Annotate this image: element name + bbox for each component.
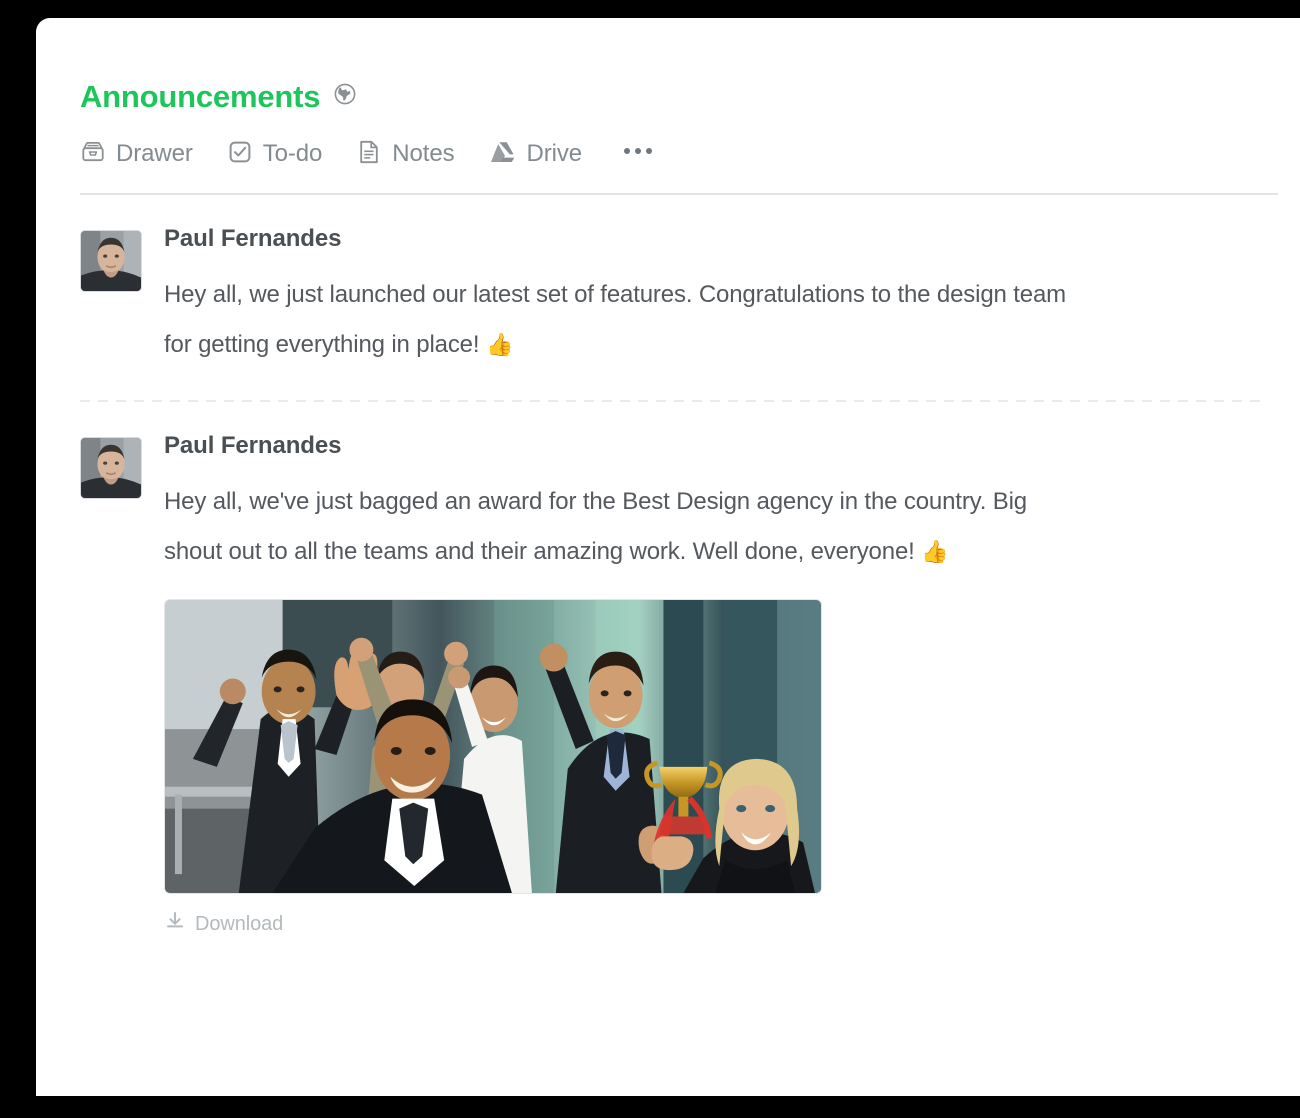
header: Announcements Drawer To-do Notes Drive [36,18,1300,173]
toolbar-item-drawer[interactable]: Drawer [80,139,193,170]
post-author[interactable]: Paul Fernandes [164,227,341,251]
download-label: Download [195,912,284,935]
google-drive-icon [489,139,517,170]
post-message: Hey all, we've just bagged an award for … [164,477,1069,577]
announcement-post: Paul Fernandes Hey all, we've just bagge… [80,402,1260,937]
document-lines-icon [356,139,382,170]
announcement-post: Paul Fernandes Hey all, we just launched… [80,195,1260,400]
post-body: Paul Fernandes Hey all, we just launched… [164,227,1260,370]
toolbar-item-notes[interactable]: Notes [356,139,455,170]
page-title: Announcements [80,78,321,114]
post-attachment: Download [164,599,1260,937]
toolbar-item-todo[interactable]: To-do [227,139,323,170]
avatar[interactable] [80,437,142,499]
thumbs-up-emoji: 👍 [485,332,514,357]
globe-icon [333,82,357,111]
toolbar-item-drive[interactable]: Drive [489,139,583,170]
download-icon [164,910,186,937]
download-button[interactable]: Download [164,910,283,937]
drawer-icon [80,139,106,170]
toolbar: Drawer To-do Notes Drive [80,135,1260,173]
toolbar-item-label: Drive [526,140,583,167]
ellipsis-dot [624,148,631,154]
post-body: Paul Fernandes Hey all, we've just bagge… [164,434,1260,937]
post-message: Hey all, we just launched our latest set… [164,270,1069,370]
post-author[interactable]: Paul Fernandes [164,434,341,458]
announcement-list: Paul Fernandes Hey all, we just launched… [36,195,1300,937]
post-message-text: Hey all, we just launched our latest set… [164,281,1066,358]
ellipsis-icon[interactable] [616,148,660,160]
ellipsis-dot [646,148,653,154]
ellipsis-dot [635,148,642,154]
checkbox-check-icon [227,139,253,170]
avatar[interactable] [80,230,142,292]
window-frame: Announcements Drawer To-do Notes Drive P… [0,0,1300,1118]
post-message-text: Hey all, we've just bagged an award for … [164,488,1027,565]
toolbar-item-label: To-do [262,140,323,167]
toolbar-item-label: Drawer [116,140,193,167]
toolbar-item-label: Notes [392,140,455,167]
announcements-card: Announcements Drawer To-do Notes Drive P… [36,18,1300,1096]
thumbs-up-emoji: 👍 [921,539,949,564]
attachment-image[interactable] [164,599,822,894]
title-row: Announcements [80,76,1260,116]
